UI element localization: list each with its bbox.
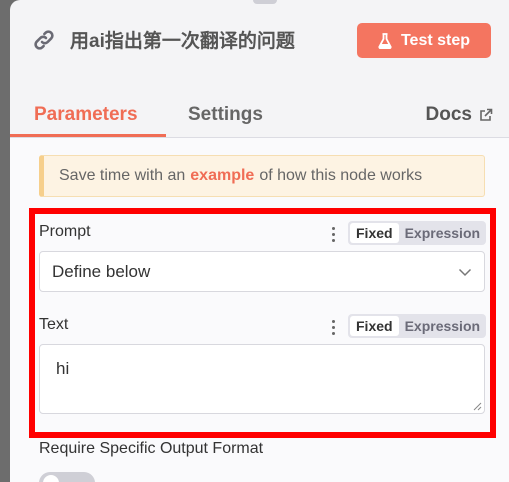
prompt-label: Prompt xyxy=(39,223,91,240)
require-output-format-toggle[interactable] xyxy=(39,472,95,482)
tab-settings[interactable]: Settings xyxy=(188,104,263,126)
chevron-down-icon xyxy=(458,268,472,277)
text-mode-expression[interactable]: Expression xyxy=(399,318,486,334)
tab-bar: Parameters Settings Docs xyxy=(10,99,509,138)
hint-prefix: Save time with an xyxy=(59,167,186,184)
example-link[interactable]: example xyxy=(190,167,254,185)
prompt-options-icon[interactable] xyxy=(332,227,336,243)
panel-header: 用ai指出第一次翻译的问题 Test step xyxy=(10,0,509,95)
docs-label: Docs xyxy=(425,104,472,125)
prompt-select-value: Define below xyxy=(52,261,151,281)
prompt-select[interactable]: Define below xyxy=(39,251,485,292)
node-title[interactable]: 用ai指出第一次翻译的问题 xyxy=(70,28,330,56)
text-label: Text xyxy=(39,316,69,333)
active-tab-indicator xyxy=(10,134,166,137)
text-options-icon[interactable] xyxy=(332,320,336,336)
hint-suffix: of how this node works xyxy=(259,167,423,184)
external-link-icon xyxy=(480,108,493,121)
prompt-mode-fixed[interactable]: Fixed xyxy=(350,223,399,243)
text-input-value: hi xyxy=(56,359,70,378)
test-step-button[interactable]: Test step xyxy=(357,23,491,58)
text-input[interactable]: hi xyxy=(39,344,485,414)
require-output-format-label: Require Specific Output Format xyxy=(39,440,264,457)
toggle-knob xyxy=(43,475,59,482)
resize-handle-icon[interactable] xyxy=(473,402,482,411)
flask-icon xyxy=(378,32,392,49)
parameters-content: Save time with an example of how this no… xyxy=(10,138,509,482)
link-icon xyxy=(34,30,54,50)
text-mode-fixed[interactable]: Fixed xyxy=(350,316,399,336)
test-step-label: Test step xyxy=(400,31,471,49)
tab-parameters[interactable]: Parameters xyxy=(34,104,138,126)
text-mode-toggle[interactable]: Fixed Expression xyxy=(348,314,486,338)
prompt-mode-expression[interactable]: Expression xyxy=(399,225,486,241)
prompt-mode-toggle[interactable]: Fixed Expression xyxy=(348,221,486,245)
example-hint-banner: Save time with an example of how this no… xyxy=(39,155,485,197)
node-details-panel: 用ai指出第一次翻译的问题 Test step Parameters Setti… xyxy=(10,0,509,482)
docs-link[interactable]: Docs xyxy=(426,104,493,126)
